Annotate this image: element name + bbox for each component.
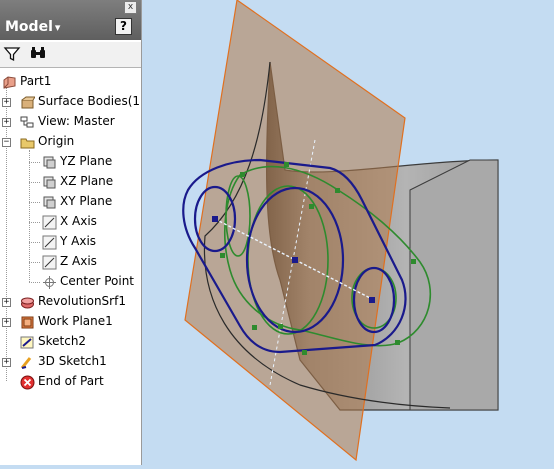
- tree-guide-line: [29, 262, 40, 263]
- plane-icon: [42, 195, 57, 210]
- tree-item[interactable]: Part1: [0, 72, 141, 92]
- tree-guide-line: [29, 242, 40, 243]
- tree-item[interactable]: YZ Plane: [0, 152, 141, 172]
- view-icon: [20, 115, 35, 130]
- expand-toggle[interactable]: −: [2, 138, 11, 147]
- tree-item-label: Y Axis: [60, 234, 97, 248]
- tree-item[interactable]: Sketch2: [0, 332, 141, 352]
- tree-item-label: XY Plane: [60, 194, 113, 208]
- help-button[interactable]: ?: [115, 18, 132, 35]
- tree-guide-line: [29, 282, 40, 283]
- part-icon: [2, 75, 17, 90]
- plane-icon: [42, 155, 57, 170]
- tree-item-label: Center Point: [60, 274, 134, 288]
- tree-guide-line: [29, 202, 40, 203]
- revolution-icon: [20, 295, 35, 310]
- tree-item-label: Part1: [20, 74, 52, 88]
- surface-bodies-icon: [20, 95, 36, 110]
- tree-item-label: YZ Plane: [60, 154, 113, 168]
- tree-item-label: Sketch2: [38, 334, 87, 348]
- sketch-icon: [20, 335, 35, 350]
- tree-item-label: 3D Sketch1: [38, 354, 107, 368]
- panel-title-dropdown[interactable]: Model ▾: [5, 19, 60, 35]
- tree-item[interactable]: X Axis: [0, 212, 141, 232]
- tree-item-label: Origin: [38, 134, 75, 148]
- tree-guide-line: [29, 182, 40, 183]
- model-browser-panel: x Model ▾ ? Part1 + Surface Bodies(1 + View: …: [0, 0, 142, 465]
- tree-item[interactable]: +3D Sketch1: [0, 352, 141, 372]
- find-icon[interactable]: [28, 44, 48, 64]
- expand-toggle[interactable]: +: [2, 118, 11, 127]
- point-icon: [42, 275, 57, 290]
- model-tree: Part1 + Surface Bodies(1 + View: Master − Orig…: [0, 68, 141, 465]
- tree-item[interactable]: XY Plane: [0, 192, 141, 212]
- tree-item-label: End of Part: [38, 374, 104, 388]
- tree-item-label: RevolutionSrf1: [38, 294, 126, 308]
- plane-icon: [42, 175, 57, 190]
- axis-icon: [42, 215, 57, 230]
- tree-item-label: X Axis: [60, 214, 97, 228]
- expand-toggle[interactable]: +: [2, 358, 11, 367]
- panel-close-button[interactable]: x: [124, 1, 137, 14]
- sketch3d-icon: [20, 355, 35, 370]
- surface-right-face: [409, 159, 499, 411]
- tree-item[interactable]: End of Part: [0, 372, 141, 392]
- tree-item-label: Z Axis: [60, 254, 97, 268]
- tree-item[interactable]: Center Point: [0, 272, 141, 292]
- axis-icon: [42, 235, 57, 250]
- tree-guide-line: [29, 222, 40, 223]
- tree-item-label: View: Master: [38, 114, 115, 128]
- panel-header: x Model ▾ ?: [0, 0, 141, 40]
- axis-icon: [42, 255, 57, 270]
- folder-icon: [20, 135, 35, 150]
- model-canvas[interactable]: [142, 0, 554, 465]
- panel-title-label: Model: [5, 19, 53, 35]
- tree-item[interactable]: Y Axis: [0, 232, 141, 252]
- browser-toolbar: [0, 42, 141, 68]
- end-of-part-icon: [20, 375, 35, 390]
- tree-item-label: Work Plane1: [38, 314, 113, 328]
- tree-item[interactable]: + Surface Bodies(1: [0, 92, 141, 112]
- tree-item[interactable]: + Work Plane1: [0, 312, 141, 332]
- center-point-center: [292, 257, 298, 263]
- workplane-icon: [20, 315, 35, 330]
- tree-item[interactable]: Z Axis: [0, 252, 141, 272]
- tree-item[interactable]: XZ Plane: [0, 172, 141, 192]
- tree-guide-line: [29, 162, 40, 163]
- chevron-down-icon: ▾: [54, 21, 61, 34]
- graphics-viewport[interactable]: [142, 0, 554, 465]
- expand-toggle[interactable]: +: [2, 318, 11, 327]
- expand-toggle[interactable]: +: [2, 98, 11, 107]
- center-point-right: [369, 297, 375, 303]
- center-point-left: [212, 216, 218, 222]
- expand-toggle[interactable]: +: [2, 298, 11, 307]
- tree-item-label: XZ Plane: [60, 174, 114, 188]
- tree-item[interactable]: + RevolutionSrf1: [0, 292, 141, 312]
- tree-item[interactable]: + View: Master: [0, 112, 141, 132]
- tree-item-label: Surface Bodies(1: [38, 94, 141, 108]
- tree-item[interactable]: − Origin: [0, 132, 141, 152]
- filter-icon[interactable]: [2, 44, 22, 64]
